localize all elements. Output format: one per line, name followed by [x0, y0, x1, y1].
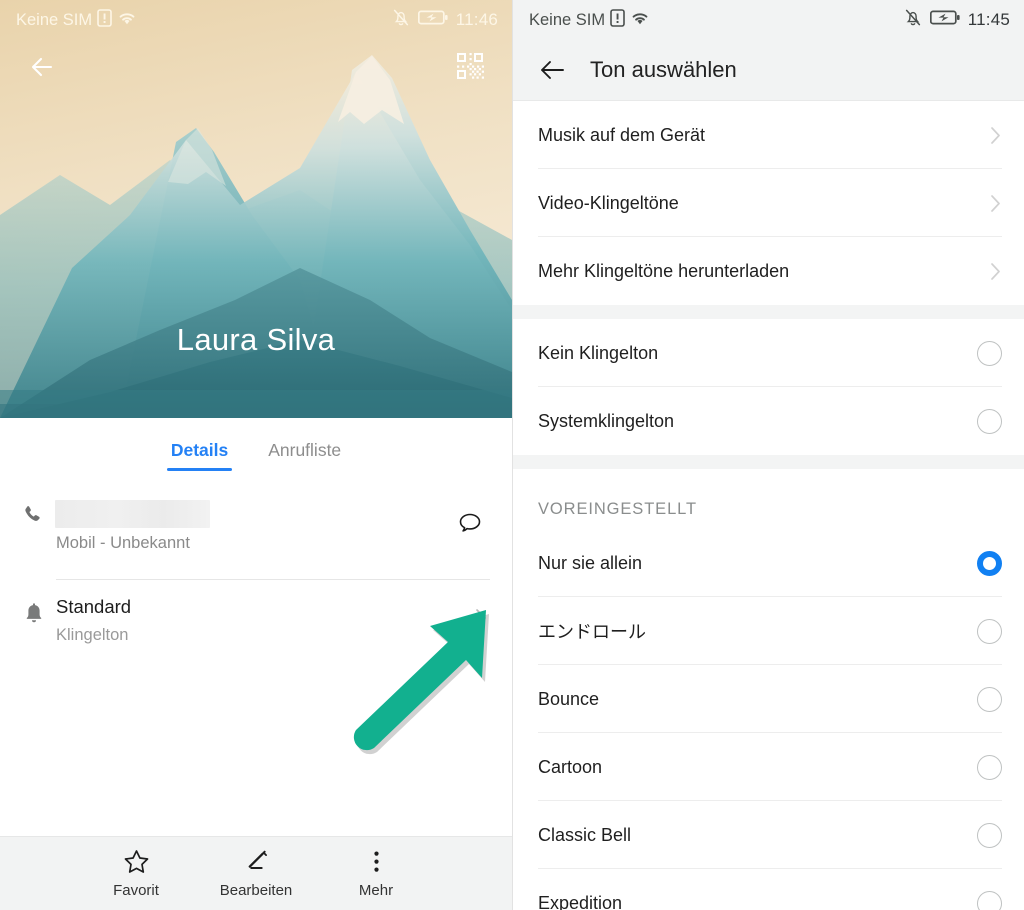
tab-call-history[interactable]: Anrufliste	[264, 434, 345, 471]
star-outline-icon	[123, 849, 150, 875]
bell-muted-icon	[904, 8, 922, 32]
page-header: Ton auswählen	[513, 40, 1024, 101]
option-bounce[interactable]: Bounce	[513, 665, 1024, 733]
favorite-label: Favorit	[113, 881, 159, 899]
contact-name: Laura Silva	[176, 322, 336, 357]
ringtone-title: Standard	[56, 596, 132, 617]
phone-number-subtitle: Mobil - Unbekannt	[56, 534, 190, 552]
option-label: Kein Klingelton	[538, 342, 659, 363]
option-endroll[interactable]: エンドロール	[513, 597, 1024, 665]
bottom-action-bar: Favorit Bearbeiten Mehr	[0, 836, 512, 910]
phone-number-row[interactable]: Mobil - Unbekannt	[0, 495, 512, 585]
option-expedition[interactable]: Expedition	[513, 869, 1024, 910]
status-right-group: 11:46	[392, 8, 498, 32]
ringtone-row[interactable]: Standard Klingelton	[0, 595, 512, 665]
basic-options-group: Kein Klingelton Systemklingelton	[513, 319, 1024, 455]
source-nav-group: Musik auf dem Gerät Video-Klingeltöne Me…	[513, 101, 1024, 305]
radio-button[interactable]	[977, 408, 1002, 434]
status-right-group: 11:45	[904, 8, 1010, 32]
radio-button-selected[interactable]	[977, 550, 1002, 576]
favorite-button[interactable]: Favorit	[76, 849, 196, 899]
more-button[interactable]: Mehr	[316, 849, 436, 899]
row-divider	[56, 579, 490, 580]
radio-button[interactable]	[977, 754, 1002, 780]
tab-details[interactable]: Details	[166, 434, 233, 471]
chevron-right-icon	[989, 261, 1002, 282]
battery-charging-icon	[417, 9, 448, 31]
contact-details-screen: Keine SIM 11:46 Laura Silva Details Anru…	[0, 0, 512, 910]
list-item-video-ringtones[interactable]: Video-Klingeltöne	[513, 169, 1024, 237]
more-vertical-icon	[363, 849, 390, 875]
list-item-music-on-device[interactable]: Musik auf dem Gerät	[513, 101, 1024, 169]
radio-button[interactable]	[977, 890, 1002, 910]
dual-screenshot-container: Keine SIM 11:46 Laura Silva Details Anru…	[0, 0, 1024, 910]
preset-options-group: Nur sie allein エンドロール Bounce Cartoon Cla…	[513, 529, 1024, 910]
sim-card-alert-icon	[97, 8, 112, 32]
section-gap	[513, 455, 1024, 469]
message-bubble-icon[interactable]	[455, 509, 485, 539]
status-left-group: Keine SIM	[529, 8, 650, 32]
wifi-icon	[630, 10, 650, 31]
option-label: Bounce	[538, 688, 600, 709]
option-label: Expedition	[538, 892, 623, 910]
phone-number-redacted	[55, 500, 210, 528]
option-no-ringtone[interactable]: Kein Klingelton	[513, 319, 1024, 387]
status-left-group: Keine SIM	[16, 8, 137, 32]
radio-button[interactable]	[977, 340, 1002, 366]
option-cartoon[interactable]: Cartoon	[513, 733, 1024, 801]
page-title: Ton auswählen	[590, 57, 737, 82]
option-label: Classic Bell	[538, 824, 632, 845]
option-label: Systemklingelton	[538, 410, 675, 431]
section-gap	[513, 305, 1024, 319]
status-bar-right: Keine SIM 11:45	[513, 0, 1024, 40]
chevron-right-icon	[989, 125, 1002, 146]
option-system-ringtone[interactable]: Systemklingelton	[513, 387, 1024, 455]
carrier-label: Keine SIM	[16, 10, 93, 29]
pencil-edit-icon	[243, 849, 270, 875]
back-arrow-icon[interactable]	[538, 58, 568, 82]
radio-button[interactable]	[977, 618, 1002, 644]
radio-button[interactable]	[977, 686, 1002, 712]
clock-label: 11:45	[967, 10, 1010, 29]
option-nur-sie-allein[interactable]: Nur sie allein	[513, 529, 1024, 597]
sound-picker-screen: Keine SIM 11:45 Ton auswählen Musik auf …	[512, 0, 1024, 910]
chevron-right-icon	[474, 607, 488, 629]
section-header-preset: VOREINGESTELLT	[513, 469, 1024, 529]
more-label: Mehr	[358, 881, 394, 899]
status-bar-left: Keine SIM 11:46	[0, 0, 512, 40]
option-label: Cartoon	[538, 756, 603, 777]
detail-tabs: Details Anrufliste	[0, 418, 512, 486]
radio-button[interactable]	[977, 822, 1002, 848]
bell-icon	[23, 601, 45, 625]
battery-charging-icon	[929, 9, 960, 31]
list-item-label: Mehr Klingeltöne herunterladen	[538, 260, 790, 281]
sim-card-alert-icon	[610, 8, 625, 32]
bell-muted-icon	[392, 8, 410, 32]
qr-code-icon[interactable]	[456, 52, 484, 80]
carrier-label: Keine SIM	[529, 10, 606, 29]
ringtone-subtitle: Klingelton	[56, 626, 129, 644]
clock-label: 11:46	[455, 10, 498, 29]
back-arrow-icon[interactable]	[24, 48, 62, 86]
list-item-download-more-ringtones[interactable]: Mehr Klingeltöne herunterladen	[513, 237, 1024, 305]
wifi-icon	[117, 10, 137, 31]
list-item-label: Video-Klingeltöne	[538, 192, 679, 213]
edit-button[interactable]: Bearbeiten	[196, 849, 316, 899]
phone-icon	[22, 503, 46, 527]
option-label: Nur sie allein	[538, 552, 643, 573]
edit-label: Bearbeiten	[219, 881, 293, 899]
list-item-label: Musik auf dem Gerät	[538, 124, 706, 145]
option-label: エンドロール	[538, 622, 646, 642]
chevron-right-icon	[989, 193, 1002, 214]
option-classic-bell[interactable]: Classic Bell	[513, 801, 1024, 869]
